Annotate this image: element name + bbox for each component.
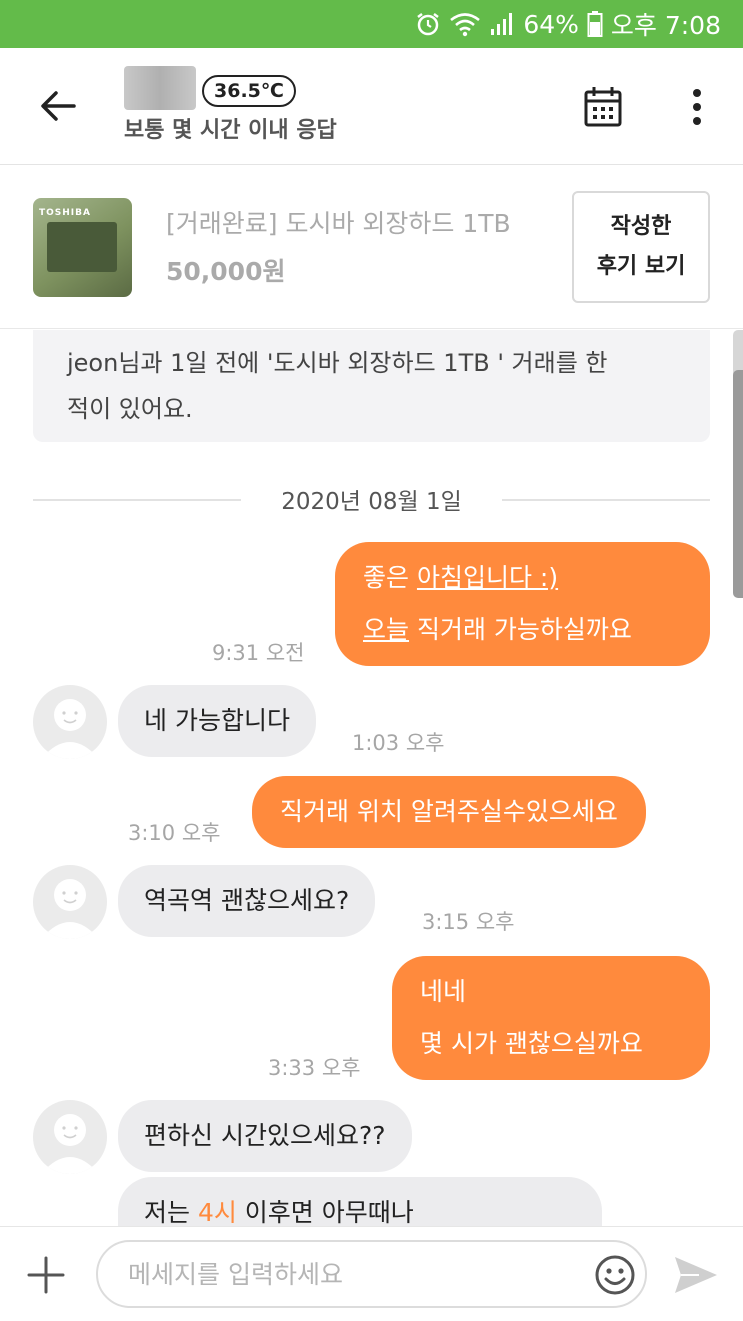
product-title[interactable]: [거래완료] 도시바 외장하드 1TB (166, 204, 546, 240)
my-message-bubble[interactable]: 네네 몇 시가 괜찮으실까요 (392, 956, 710, 1080)
highlighted-time: 4시 (197, 1198, 237, 1226)
my-message-bubble[interactable]: 좋은 아침입니다 :) 오늘 직거래 가능하실까요 (335, 542, 710, 666)
message-time: 3:33 오후 (268, 1056, 361, 1080)
message-text: 이후면 아무때나 (236, 1198, 414, 1226)
status-icons: 64% 오후 7:08 (415, 8, 721, 40)
battery-icon (587, 11, 603, 37)
notice-line1: jeon님과 1일 전에 '도시바 외장하드 1TB ' 거래를 한 (67, 349, 608, 377)
calendar-icon (584, 87, 622, 127)
default-profile-icon (41, 699, 99, 759)
trade-history-notice: jeon님과 1일 전에 '도시바 외장하드 1TB ' 거래를 한 적이 있어… (33, 330, 710, 442)
message-line: 좋은 아침입니다 :) (363, 552, 682, 604)
emoji-icon (595, 1255, 635, 1295)
message-link[interactable]: 아침입니다 :) (417, 563, 558, 592)
their-message-bubble[interactable]: 편하신 시간있으세요?? (118, 1100, 412, 1172)
message-link[interactable]: 오늘 (363, 615, 409, 644)
manner-temperature-badge: 36.5℃ (202, 75, 296, 107)
more-options-button[interactable] (676, 82, 718, 132)
view-written-review-button[interactable]: 작성한 후기 보기 (572, 191, 710, 303)
their-message-bubble[interactable]: 네 가능합니다 (118, 685, 316, 757)
my-message-bubble[interactable]: 직거래 위치 알려주실수있으세요 (252, 776, 646, 848)
status-bar: 64% 오후 7:08 (0, 0, 743, 48)
message-input-bar (0, 1226, 743, 1321)
notice-line2: 적이 있어요. (67, 395, 193, 423)
back-arrow-icon (41, 91, 76, 121)
avatar[interactable] (33, 685, 107, 759)
product-summary: TOSHIBA [거래완료] 도시바 외장하드 1TB 50,000원 작성한 … (0, 166, 743, 329)
message-time: 3:15 오후 (422, 910, 515, 934)
their-message-bubble[interactable]: 저는 4시 이후면 아무때나 (118, 1177, 602, 1226)
message-input[interactable] (128, 1254, 578, 1294)
review-button-line2: 후기 보기 (596, 254, 686, 279)
chat-messages[interactable]: jeon님과 1일 전에 '도시바 외장하드 1TB ' 거래를 한 적이 있어… (0, 330, 743, 1226)
alarm-icon (415, 11, 441, 37)
divider-line-right (502, 499, 710, 501)
default-profile-icon (41, 1114, 99, 1174)
product-thumbnail[interactable]: TOSHIBA (33, 198, 132, 297)
wifi-icon (449, 11, 481, 37)
more-vertical-icon (693, 89, 701, 125)
avatar[interactable] (33, 1100, 107, 1174)
hard-drive-image (47, 222, 117, 272)
review-button-line1: 작성한 (610, 214, 672, 239)
message-line: 네네 (420, 977, 467, 1006)
schedule-button[interactable] (578, 82, 628, 132)
message-time: 1:03 오후 (352, 731, 445, 755)
default-profile-icon (41, 879, 99, 939)
chat-header: 36.5℃ 보통 몇 시간 이내 응답 (0, 48, 743, 165)
date-divider: 2020년 08월 1일 (33, 482, 710, 518)
message-field[interactable] (96, 1240, 647, 1308)
emoji-button[interactable] (592, 1252, 638, 1298)
message-time: 3:10 오후 (128, 821, 221, 845)
message-line: 오늘 직거래 가능하실까요 (363, 604, 682, 656)
avatar[interactable] (33, 865, 107, 939)
message-line: 몇 시가 괜찮으실까요 (420, 1029, 643, 1058)
message-text: 좋은 (363, 563, 417, 592)
message-time: 9:31 오전 (212, 641, 305, 665)
send-icon (675, 1257, 717, 1293)
plus-icon (27, 1256, 65, 1294)
scrollbar-thumb[interactable] (733, 370, 743, 598)
send-button[interactable] (670, 1249, 722, 1301)
battery-percent: 64% (523, 9, 579, 39)
response-time-text: 보통 몇 시간 이내 응답 (124, 118, 337, 143)
signal-icon (489, 11, 515, 37)
their-message-bubble[interactable]: 역곡역 괜찮으세요? (118, 865, 376, 937)
thumbnail-brand: TOSHIBA (39, 208, 91, 218)
back-button[interactable] (30, 78, 86, 134)
blurred-username (124, 66, 196, 110)
clock-time: 오후 7:08 (610, 11, 721, 40)
message-text: 저는 (144, 1198, 198, 1226)
message-text: 직거래 가능하실까요 (409, 615, 632, 644)
product-price: 50,000원 (166, 257, 286, 286)
attach-button[interactable] (22, 1251, 70, 1299)
